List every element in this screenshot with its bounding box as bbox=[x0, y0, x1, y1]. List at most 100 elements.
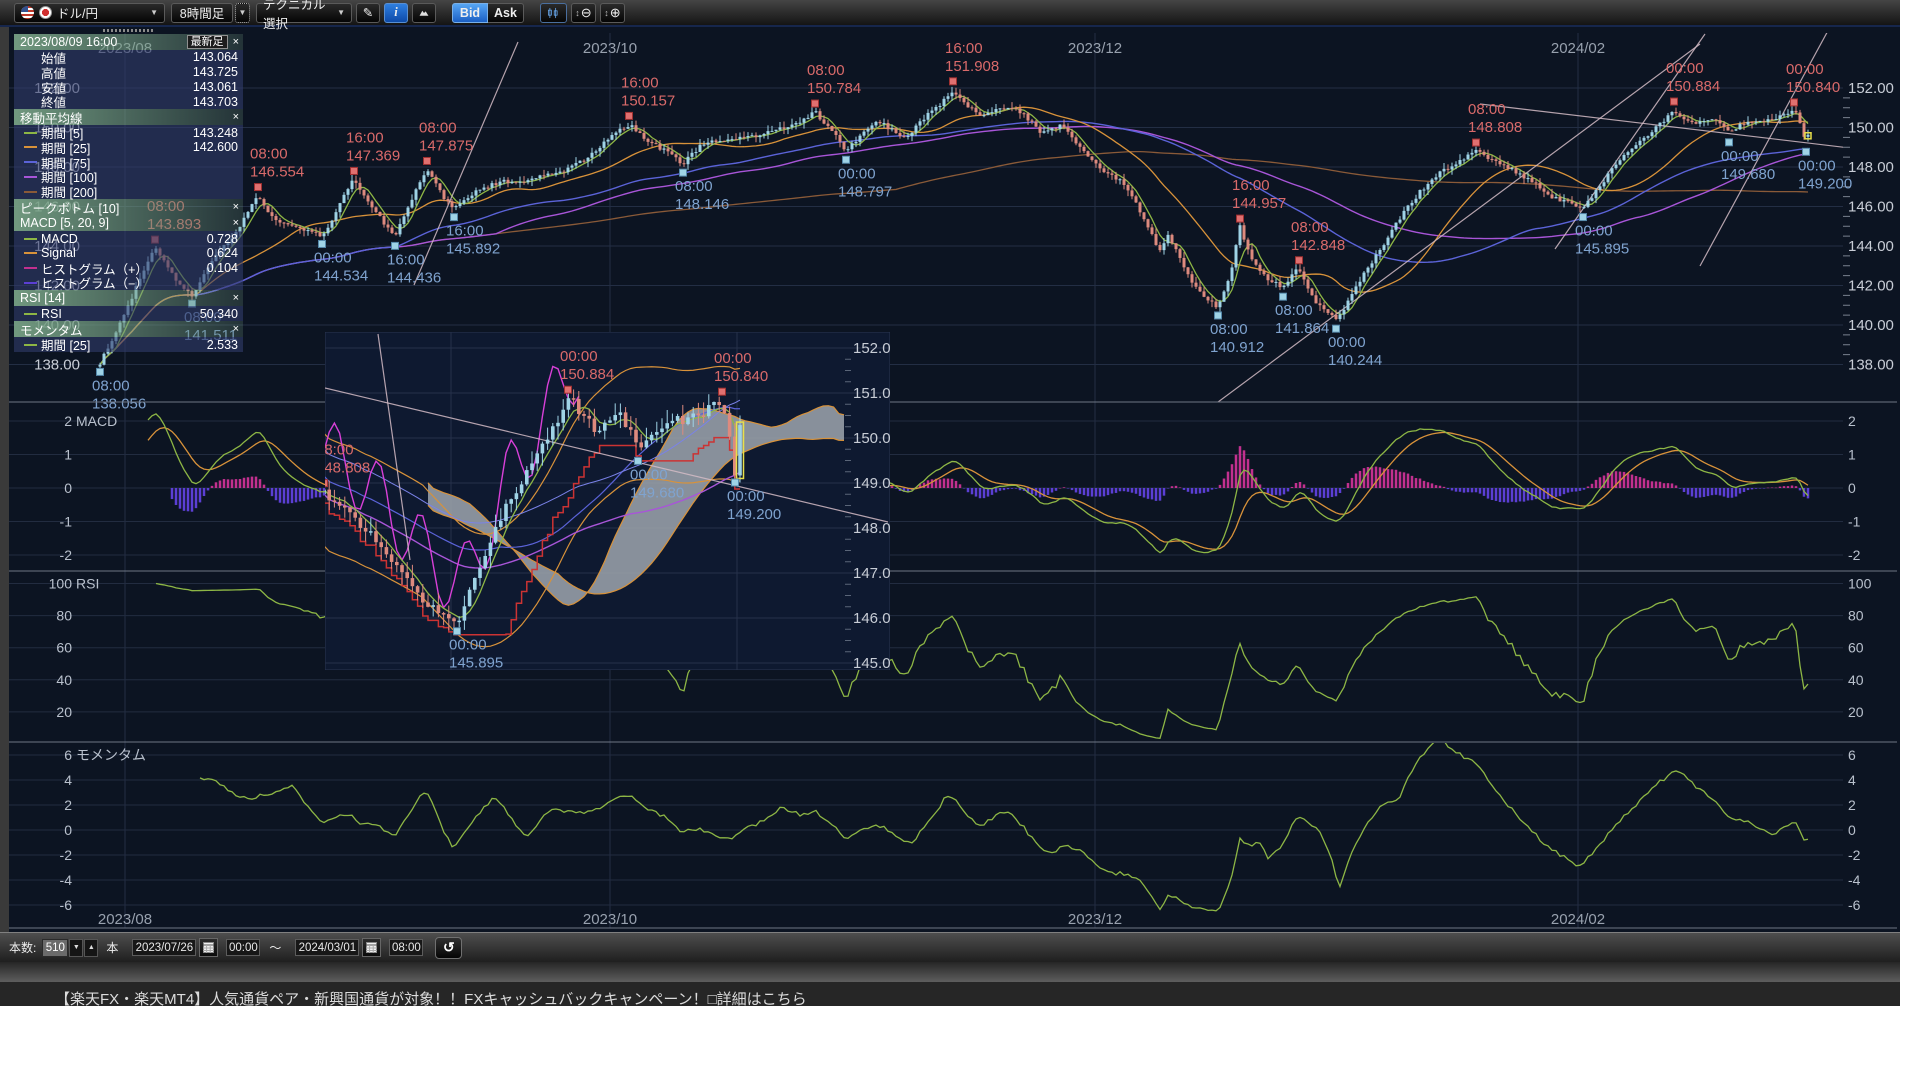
indicator-value: 0.728 bbox=[207, 232, 238, 246]
svg-text:00:00: 00:00 bbox=[727, 488, 765, 505]
ask-toggle-button[interactable]: Ask bbox=[488, 3, 524, 23]
svg-text:00:00: 00:00 bbox=[1721, 148, 1759, 165]
svg-text:142.848: 142.848 bbox=[1291, 237, 1345, 254]
svg-text:08:00: 08:00 bbox=[250, 146, 288, 163]
time-from-input[interactable]: 00:00 bbox=[226, 939, 260, 956]
svg-text:144.436: 144.436 bbox=[387, 269, 441, 286]
svg-text:00:00: 00:00 bbox=[449, 637, 487, 654]
candlestick-style-button[interactable] bbox=[540, 3, 567, 23]
svg-text:0: 0 bbox=[64, 822, 72, 838]
svg-text:-2: -2 bbox=[1848, 547, 1861, 563]
zoom-in-icon: ⊕ bbox=[610, 5, 621, 21]
currency-pair-label: ドル/円 bbox=[57, 3, 98, 22]
date-from-input[interactable]: 2023/07/26 bbox=[132, 939, 196, 956]
svg-text:138.00: 138.00 bbox=[34, 357, 80, 374]
news-ticker[interactable]: 【楽天FX・楽天MT4】人気通貨ペア・新興国通貨が対象！！FXキャッシュバックキ… bbox=[0, 982, 1900, 1006]
technical-select-button[interactable]: テクニカル選択 ▼ bbox=[256, 3, 352, 23]
svg-text:150.784: 150.784 bbox=[807, 80, 861, 97]
date-to-input[interactable]: 2024/03/01 bbox=[295, 939, 359, 956]
indicator-panel-body: 始値143.064高値143.725安値143.061終値143.703移動平均… bbox=[14, 50, 243, 352]
svg-text:2: 2 bbox=[1848, 413, 1856, 429]
bar-count-label: 本数: bbox=[9, 939, 36, 956]
indicator-label: RSI bbox=[41, 307, 62, 321]
svg-text:モメンタム: モメンタム bbox=[76, 747, 146, 763]
svg-text:6: 6 bbox=[64, 747, 72, 763]
chevron-down-icon: ▼ bbox=[337, 8, 345, 17]
timeframe-select[interactable]: 8時間足 bbox=[171, 3, 233, 23]
zoom-out-button[interactable]: ↕ ⊖ bbox=[571, 3, 596, 23]
info-button[interactable]: i bbox=[384, 3, 408, 23]
zoom-inset-window[interactable]: 152.00151.00150.00149.00148.00147.00146.… bbox=[316, 332, 899, 672]
svg-text:00:00: 00:00 bbox=[838, 165, 876, 182]
svg-text:145.895: 145.895 bbox=[1575, 241, 1629, 258]
svg-text:00:00: 00:00 bbox=[1786, 61, 1824, 78]
svg-text:08:00: 08:00 bbox=[1275, 302, 1313, 319]
chart-canvas[interactable]: 152.00152.00150.00150.00148.00148.00146.… bbox=[0, 0, 1900, 1006]
series-color-swatch bbox=[24, 238, 37, 240]
svg-text:140.912: 140.912 bbox=[1210, 339, 1264, 356]
area-chart-button[interactable] bbox=[412, 3, 436, 23]
calendar-icon bbox=[203, 942, 214, 953]
svg-text:80: 80 bbox=[56, 608, 72, 624]
svg-text:2024/02: 2024/02 bbox=[1551, 911, 1605, 928]
svg-text:4: 4 bbox=[1848, 772, 1856, 788]
series-color-swatch bbox=[24, 146, 37, 148]
bid-toggle-button[interactable]: Bid bbox=[452, 3, 488, 23]
calendar-from-button[interactable] bbox=[199, 938, 218, 957]
close-icon[interactable]: × bbox=[233, 217, 239, 229]
svg-text:08:00: 08:00 bbox=[1291, 219, 1329, 236]
bar-count-input[interactable]: 510 bbox=[42, 939, 68, 957]
indicator-label: MACD bbox=[41, 232, 78, 246]
svg-text:100: 100 bbox=[1848, 576, 1872, 592]
indicator-value: 143.703 bbox=[193, 95, 238, 109]
vertical-arrows-icon: ↕ bbox=[575, 8, 580, 18]
latest-bar-badge: 最新足 bbox=[187, 35, 228, 49]
bid-label: Bid bbox=[460, 6, 480, 20]
indicator-label: 期間 [25] bbox=[41, 335, 90, 354]
close-icon[interactable]: × bbox=[233, 111, 239, 123]
svg-text:148.00: 148.00 bbox=[1848, 159, 1894, 176]
series-color-swatch bbox=[24, 313, 37, 315]
indicator-value: 0.624 bbox=[207, 246, 238, 260]
zoom-in-button[interactable]: ↕ ⊕ bbox=[600, 3, 625, 23]
timeframe-dropdown-button[interactable]: ▼ bbox=[235, 3, 250, 23]
indicator-section-header: MACD [5, 20, 9]× bbox=[14, 215, 243, 231]
svg-text:RSI: RSI bbox=[76, 576, 99, 592]
svg-text:146.00: 146.00 bbox=[1848, 199, 1894, 216]
spacer bbox=[24, 71, 37, 73]
svg-text:150.884: 150.884 bbox=[560, 366, 614, 383]
count-increment-button[interactable]: ▲ bbox=[84, 939, 98, 957]
svg-text:20: 20 bbox=[1848, 704, 1864, 720]
close-icon[interactable]: × bbox=[233, 201, 239, 213]
svg-text:16:00: 16:00 bbox=[621, 74, 659, 91]
svg-text:145.892: 145.892 bbox=[446, 241, 500, 258]
svg-text:2: 2 bbox=[1848, 797, 1856, 813]
svg-text:2: 2 bbox=[64, 413, 72, 429]
count-decrement-button[interactable]: ▼ bbox=[69, 939, 83, 957]
series-color-swatch bbox=[24, 252, 37, 254]
time-to-input[interactable]: 08:00 bbox=[389, 939, 423, 956]
section-title: RSI [14] bbox=[20, 291, 65, 305]
reset-range-button[interactable]: ↺ bbox=[435, 937, 462, 959]
svg-text:00:00: 00:00 bbox=[1666, 60, 1704, 77]
us-flag-icon bbox=[21, 6, 34, 19]
calendar-to-button[interactable] bbox=[362, 938, 381, 957]
currency-pair-select[interactable]: ドル/円 ▼ bbox=[14, 3, 165, 23]
close-icon[interactable]: × bbox=[233, 36, 239, 48]
indicator-row: ヒストグラム（−） bbox=[14, 276, 243, 291]
svg-text:2023/10: 2023/10 bbox=[583, 40, 637, 57]
svg-text:149.200: 149.200 bbox=[1798, 175, 1852, 192]
svg-text:2023/08: 2023/08 bbox=[98, 911, 152, 928]
svg-text:1: 1 bbox=[1848, 447, 1856, 463]
close-icon[interactable]: × bbox=[233, 292, 239, 304]
svg-text:-6: -6 bbox=[1848, 897, 1861, 913]
svg-text:6: 6 bbox=[1848, 747, 1856, 763]
series-color-swatch bbox=[24, 161, 37, 163]
range-tilde: ～ bbox=[269, 939, 281, 956]
svg-text:00:00: 00:00 bbox=[314, 249, 352, 266]
close-icon[interactable]: × bbox=[233, 323, 239, 335]
series-color-swatch bbox=[24, 282, 37, 284]
svg-text:16:00: 16:00 bbox=[446, 223, 484, 240]
draw-tool-button[interactable]: ✎ bbox=[356, 3, 380, 23]
bar-datetime: 2023/08/09 16:00 bbox=[20, 35, 117, 49]
